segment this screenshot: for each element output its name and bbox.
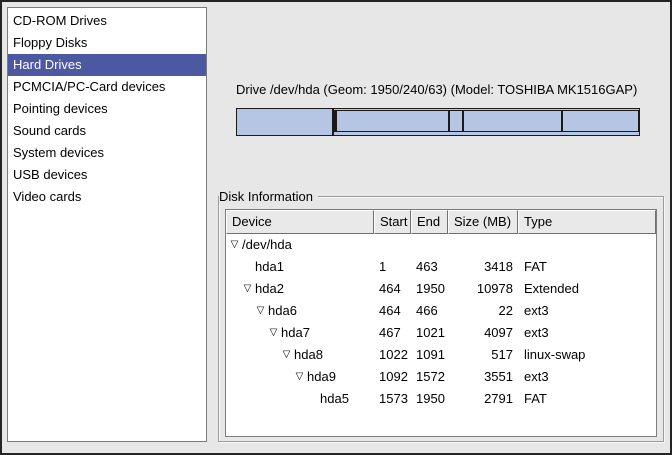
start-value: 1022 xyxy=(374,344,411,366)
end-value xyxy=(411,234,448,256)
type-value: linux-swap xyxy=(518,344,656,366)
device-name: hda5 xyxy=(319,388,349,410)
device-name: hda1 xyxy=(254,256,284,278)
table-row[interactable]: ▽ hda9 1092 1572 3551 ext3 xyxy=(226,366,656,388)
column-header-device[interactable]: Device xyxy=(226,210,374,234)
type-value: Extended xyxy=(518,278,656,300)
partition-segment-hda1 xyxy=(237,109,334,135)
size-value: 22 xyxy=(448,300,518,322)
disk-information-title: Disk Information xyxy=(219,189,318,204)
start-value xyxy=(374,234,411,256)
device-category-list: CD-ROM Drives Floppy Disks Hard Drives P… xyxy=(7,7,207,442)
partition-divider-hda9 xyxy=(561,111,563,131)
table-row[interactable]: hda1 1 463 3418 FAT xyxy=(226,256,656,278)
sidebar-item-system-devices[interactable]: System devices xyxy=(8,142,206,164)
type-value: FAT xyxy=(518,256,656,278)
sidebar-item-floppy-disks[interactable]: Floppy Disks xyxy=(8,32,206,54)
sidebar-item-usb-devices[interactable]: USB devices xyxy=(8,164,206,186)
type-value: FAT xyxy=(518,388,656,410)
tree-expander-icon[interactable]: ▽ xyxy=(228,234,241,256)
size-value: 3551 xyxy=(448,366,518,388)
partition-divider-hda6 xyxy=(335,111,337,131)
table-row[interactable]: ▽ hda8 1022 1091 517 linux-swap xyxy=(226,344,656,366)
tree-expander-icon[interactable]: ▽ xyxy=(254,300,267,322)
drive-title: Drive /dev/hda (Geom: 1950/240/63) (Mode… xyxy=(236,82,656,97)
column-header-start[interactable]: Start xyxy=(374,210,411,234)
device-name: hda8 xyxy=(293,344,323,366)
tree-expander-icon[interactable]: ▽ xyxy=(241,278,254,300)
sidebar-item-cdrom-drives[interactable]: CD-ROM Drives xyxy=(8,10,206,32)
start-value: 1 xyxy=(374,256,411,278)
column-header-size[interactable]: Size (MB) xyxy=(448,210,518,234)
type-value: ext3 xyxy=(518,322,656,344)
size-value: 10978 xyxy=(448,278,518,300)
type-value: ext3 xyxy=(518,366,656,388)
disk-information-table: Device Start End Size (MB) Type ▽ /dev/h… xyxy=(225,209,657,437)
device-name: hda6 xyxy=(267,300,297,322)
table-row[interactable]: ▽ hda7 467 1021 4097 ext3 xyxy=(226,322,656,344)
sidebar-item-pointing-devices[interactable]: Pointing devices xyxy=(8,98,206,120)
start-value: 467 xyxy=(374,322,411,344)
device-name: hda9 xyxy=(306,366,336,388)
partition-divider-hda7 xyxy=(448,111,450,131)
disk-partition-bar xyxy=(236,108,640,136)
size-value: 517 xyxy=(448,344,518,366)
tree-expander-icon[interactable]: ▽ xyxy=(267,322,280,344)
table-row[interactable]: ▽ /dev/hda xyxy=(226,234,656,256)
hardware-browser-window: CD-ROM Drives Floppy Disks Hard Drives P… xyxy=(0,0,672,455)
size-value xyxy=(448,234,518,256)
end-value: 1950 xyxy=(411,278,448,300)
tree-expander-icon[interactable]: ▽ xyxy=(293,366,306,388)
end-value: 1021 xyxy=(411,322,448,344)
start-value: 1573 xyxy=(374,388,411,410)
table-row[interactable]: ▽ hda6 464 466 22 ext3 xyxy=(226,300,656,322)
size-value: 2791 xyxy=(448,388,518,410)
sidebar-item-sound-cards[interactable]: Sound cards xyxy=(8,120,206,142)
disk-information-frame: Disk Information Device Start End Size (… xyxy=(218,196,664,442)
size-value: 3418 xyxy=(448,256,518,278)
tree-expander-icon[interactable]: ▽ xyxy=(280,344,293,366)
table-row[interactable]: ▽ hda2 464 1950 10978 Extended xyxy=(226,278,656,300)
end-value: 1950 xyxy=(411,388,448,410)
device-name: hda2 xyxy=(254,278,284,300)
end-value: 1091 xyxy=(411,344,448,366)
table-header-row: Device Start End Size (MB) Type xyxy=(226,210,656,234)
device-name: hda7 xyxy=(280,322,310,344)
column-header-end[interactable]: End xyxy=(411,210,448,234)
end-value: 1572 xyxy=(411,366,448,388)
start-value: 1092 xyxy=(374,366,411,388)
end-value: 466 xyxy=(411,300,448,322)
type-value xyxy=(518,234,656,256)
type-value: ext3 xyxy=(518,300,656,322)
column-header-type[interactable]: Type xyxy=(518,210,656,234)
start-value: 464 xyxy=(374,300,411,322)
sidebar-item-hard-drives[interactable]: Hard Drives xyxy=(8,54,206,76)
partition-extended-hda2 xyxy=(334,110,639,132)
size-value: 4097 xyxy=(448,322,518,344)
end-value: 463 xyxy=(411,256,448,278)
partition-divider-hda8 xyxy=(462,111,464,131)
start-value: 464 xyxy=(374,278,411,300)
device-name: /dev/hda xyxy=(241,234,292,256)
sidebar-item-video-cards[interactable]: Video cards xyxy=(8,186,206,208)
table-row[interactable]: hda5 1573 1950 2791 FAT xyxy=(226,388,656,410)
sidebar-item-pcmcia-devices[interactable]: PCMCIA/PC-Card devices xyxy=(8,76,206,98)
